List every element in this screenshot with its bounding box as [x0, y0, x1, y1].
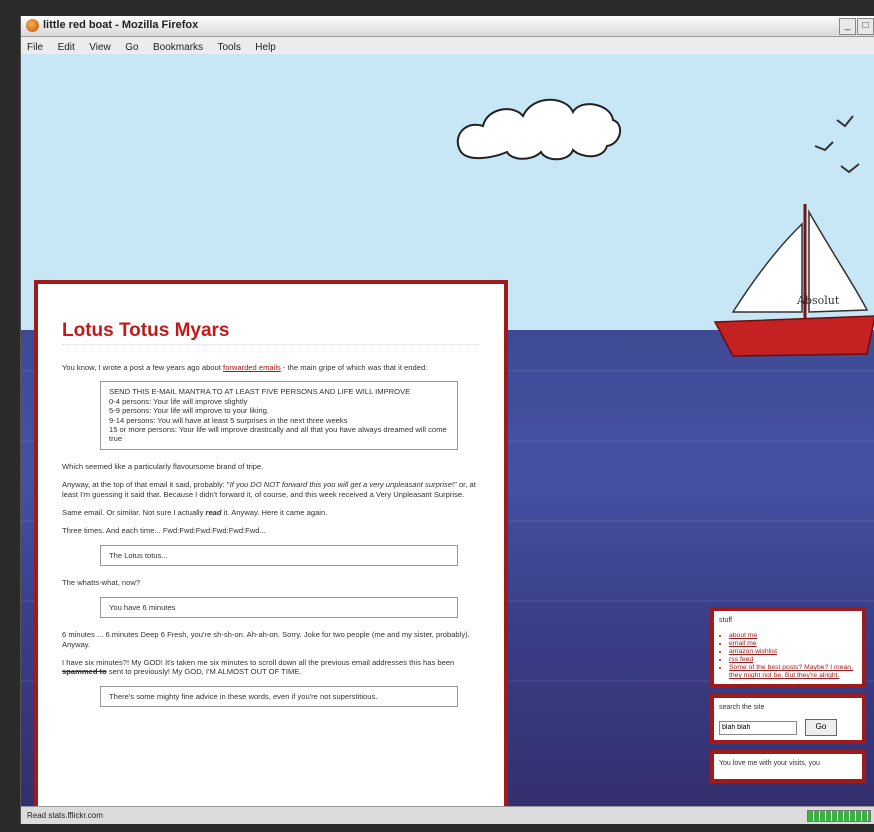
mantra-quote: SEND THIS E-MAIL MANTRA TO AT LEAST FIVE… — [100, 381, 458, 450]
post-title: Lotus Totus Myars — [62, 320, 480, 345]
firefox-icon — [26, 19, 39, 32]
sidebar: stuff about me email me amazon wishlist … — [710, 607, 866, 789]
menu-bar: File Edit View Go Bookmarks Tools Help — [21, 37, 874, 55]
maximize-button[interactable]: □ — [857, 18, 874, 35]
menu-view[interactable]: View — [89, 42, 111, 53]
link-best-posts[interactable]: Some of the best posts? Maybe? I mean, t… — [729, 664, 857, 680]
menu-edit[interactable]: Edit — [58, 42, 75, 53]
search-input[interactable] — [719, 720, 797, 735]
cloud-illustration — [456, 98, 622, 161]
page-content: Absolut Lotus Totus Myars You know, I wr… — [21, 54, 874, 806]
menu-tools[interactable]: Tools — [217, 42, 240, 53]
link-rss-feed[interactable]: rss feed — [729, 656, 857, 664]
link-about-me[interactable]: about me — [729, 632, 857, 640]
blog-post: Lotus Totus Myars You know, I wrote a po… — [34, 280, 508, 806]
sail-label: Absolut — [796, 294, 840, 307]
link-amazon-wishlist[interactable]: amazon wishlist — [729, 648, 857, 656]
post-paragraph: Three times. And each time... Fwd:Fwd:Fw… — [62, 526, 266, 536]
menu-go[interactable]: Go — [125, 42, 138, 53]
stuff-box: stuff about me email me amazon wishlist … — [710, 607, 866, 688]
post-paragraph: Anyway, at the top of that email it said… — [62, 480, 476, 499]
post-paragraph: You know, I wrote a post a few years ago… — [62, 363, 428, 372]
sailboat-illustration: Absolut — [713, 204, 874, 357]
browser-window: little red boat - Mozilla Firefox _ □ Fi… — [20, 16, 874, 824]
menu-help[interactable]: Help — [255, 42, 276, 53]
go-button[interactable]: Go — [805, 719, 837, 736]
post-paragraph: I have six minutes?! My GOD! It's taken … — [62, 657, 455, 677]
footer-box: You love me with your visits, you — [710, 750, 866, 783]
footer-text: You love me with your visits, you — [719, 760, 820, 767]
status-text: Read stats.fflickr.com — [27, 811, 103, 820]
menu-file[interactable]: File — [27, 42, 43, 53]
post-paragraph: Same email. Or similar. Not sure I actua… — [62, 508, 328, 518]
search-heading: search the site — [719, 704, 765, 711]
post-paragraph: The whatts-what, now? — [62, 578, 141, 588]
post-paragraph: 6 minutes ... 6 minutes Deep 6 Fresh, yo… — [62, 630, 470, 649]
search-box: search the site Go — [710, 694, 866, 744]
minutes-quote: You have 6 minutes — [100, 596, 458, 619]
loading-progress — [807, 810, 871, 822]
stuff-links: about me email me amazon wishlist rss fe… — [719, 632, 857, 680]
link-email-me[interactable]: email me — [729, 640, 857, 648]
window-title: little red boat - Mozilla Firefox — [43, 19, 199, 31]
status-bar: Read stats.fflickr.com — [21, 806, 874, 824]
birds-illustration — [814, 115, 860, 174]
menu-bookmarks[interactable]: Bookmarks — [153, 42, 203, 53]
forwarded-emails-link[interactable]: forwarded emails — [223, 363, 281, 372]
stuff-heading: stuff — [719, 617, 733, 624]
minimize-button[interactable]: _ — [839, 18, 856, 35]
title-bar: little red boat - Mozilla Firefox _ □ — [21, 16, 874, 37]
lotus-quote: The Lotus totus... — [100, 544, 458, 567]
advice-quote: There's some mighty fine advice in these… — [100, 685, 458, 708]
post-paragraph: Which seemed like a particularly flavour… — [62, 461, 264, 471]
